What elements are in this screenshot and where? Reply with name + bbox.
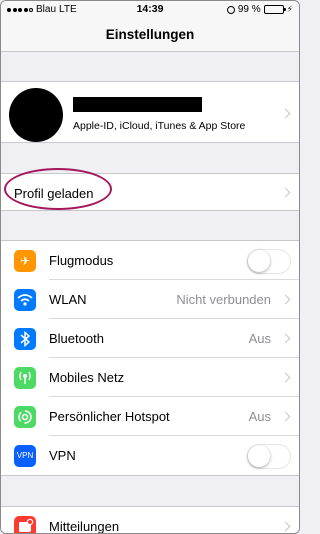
chevron-right-icon (280, 294, 291, 305)
avatar (9, 88, 63, 142)
bluetooth-icon (14, 328, 36, 350)
notifications-icon (14, 516, 36, 533)
row-value: Nicht verbunden (176, 292, 271, 307)
chevron-right-icon (280, 411, 291, 422)
cellular-icon (14, 367, 36, 389)
row-label: Flugmodus (49, 253, 114, 268)
settings-row-notifications[interactable]: Mitteilungen (1, 507, 299, 534)
charging-icon: ⚡ (286, 4, 293, 14)
apple-id-subtitle: Apple-ID, iCloud, iTunes & App Store (73, 120, 246, 132)
chevron-right-icon (280, 521, 291, 532)
vpn-toggle[interactable] (247, 444, 291, 469)
settings-row-cellular[interactable]: Mobiles Netz (1, 358, 299, 397)
chevron-right-icon (280, 108, 291, 119)
row-label: Mobiles Netz (49, 370, 125, 385)
airplane-toggle[interactable] (247, 249, 291, 274)
airplane-icon: ✈ (14, 250, 36, 272)
redacted-name (73, 97, 202, 112)
chevron-right-icon (280, 187, 291, 198)
settings-row-bluetooth[interactable]: Bluetooth Aus (1, 319, 299, 358)
vpn-icon: VPN (14, 445, 36, 467)
wifi-icon (14, 289, 36, 311)
settings-row-airplane[interactable]: ✈ Flugmodus (1, 241, 299, 280)
notifications-group: Mitteilungen (1, 506, 299, 534)
settings-row-vpn[interactable]: VPN VPN (1, 436, 299, 475)
settings-list: ✈ Flugmodus WLAN Nicht verbunden Bluetoo… (1, 240, 299, 476)
row-label: Mitteilungen (49, 519, 120, 534)
row-label: Bluetooth (49, 331, 104, 346)
chevron-right-icon (280, 333, 291, 344)
row-label: VPN (49, 448, 76, 463)
chevron-right-icon (280, 372, 291, 383)
row-label: WLAN (49, 292, 87, 307)
row-value: Aus (248, 331, 271, 346)
settings-row-hotspot[interactable]: Persönlicher Hotspot Aus (1, 397, 299, 436)
hotspot-icon (14, 406, 36, 428)
page-title: Einstellungen (1, 18, 299, 52)
status-bar: Blau LTE 14:39 99 % ⚡ (1, 1, 299, 18)
row-label: Persönlicher Hotspot (49, 409, 170, 424)
settings-screen: Blau LTE 14:39 99 % ⚡ Einstellungen Appl… (0, 0, 300, 534)
apple-id-row[interactable]: Apple-ID, iCloud, iTunes & App Store (1, 81, 299, 143)
row-value: Aus (248, 409, 271, 424)
highlight-ellipse (4, 168, 112, 210)
battery-percent: 99 % (237, 4, 261, 15)
battery-icon (263, 5, 286, 14)
alarm-icon (226, 5, 235, 14)
settings-row-wlan[interactable]: WLAN Nicht verbunden (1, 280, 299, 319)
